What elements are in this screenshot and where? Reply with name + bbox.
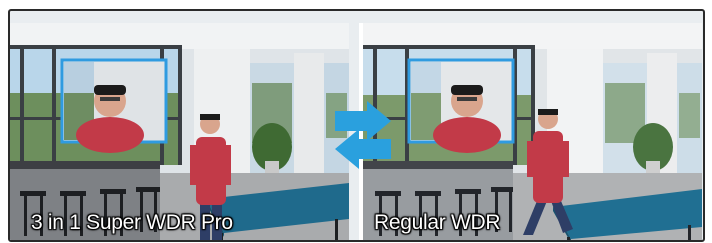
comparison-frame: 3 in 1 Super WDR Pro Regular WDR (8, 9, 705, 242)
regular-wdr-caption: Regular WDR (374, 211, 501, 234)
double-arrow-icon (335, 101, 391, 169)
wdr-pro-caption: 3 in 1 Super WDR Pro (31, 211, 233, 234)
wdr-pro-scene (10, 23, 349, 240)
wdr-pro-panel: 3 in 1 Super WDR Pro (10, 23, 349, 240)
regular-wdr-scene (363, 23, 702, 240)
regular-wdr-panel: Regular WDR (363, 23, 702, 240)
